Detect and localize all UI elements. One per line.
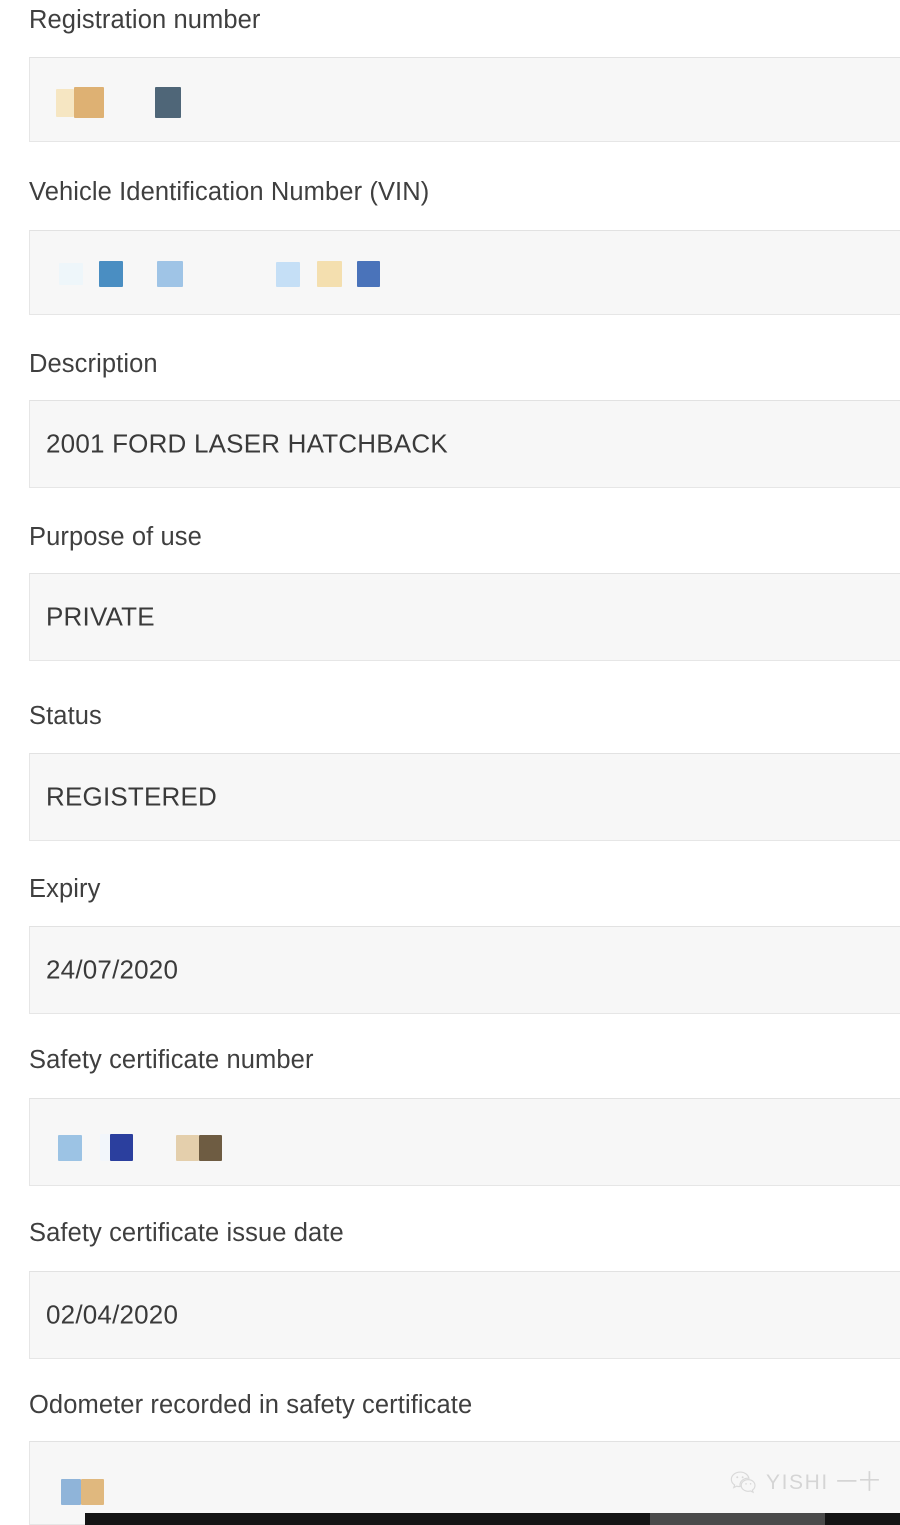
label-status: Status: [29, 702, 102, 730]
redaction-block: [157, 261, 183, 287]
label-registration-number: Registration number: [29, 6, 261, 34]
redaction-block: [110, 1134, 133, 1161]
input-purpose-of-use[interactable]: PRIVATE: [29, 573, 900, 661]
redaction-blocks-odometer-recorded-in-safety-certificate: [30, 1442, 900, 1524]
redaction-block: [59, 263, 83, 285]
redaction-blocks-vehicle-identification-number: [30, 231, 900, 314]
input-expiry[interactable]: 24/07/2020: [29, 926, 900, 1014]
value-purpose-of-use: PRIVATE: [46, 601, 155, 632]
label-vehicle-identification-number: Vehicle Identification Number (VIN): [29, 178, 430, 206]
redaction-block: [317, 261, 342, 287]
redaction-block: [155, 87, 181, 118]
input-registration-number[interactable]: [29, 57, 900, 142]
value-expiry: 24/07/2020: [46, 954, 179, 985]
redaction-block: [58, 1135, 82, 1161]
input-description[interactable]: 2001 FORD LASER HATCHBACK: [29, 400, 900, 488]
redaction-block: [176, 1135, 199, 1161]
redaction-block: [74, 87, 104, 118]
redaction-block: [61, 1479, 81, 1505]
label-safety-certificate-number: Safety certificate number: [29, 1046, 314, 1074]
input-safety-certificate-number[interactable]: [29, 1098, 900, 1186]
redaction-blocks-safety-certificate-number: [30, 1099, 900, 1185]
bottom-status-bar: [85, 1513, 900, 1525]
label-expiry: Expiry: [29, 875, 101, 903]
value-safety-certificate-issue-date: 02/04/2020: [46, 1299, 179, 1330]
redaction-block: [357, 261, 380, 287]
label-purpose-of-use: Purpose of use: [29, 523, 202, 551]
label-odometer-recorded-in-safety-certificate: Odometer recorded in safety certificate: [29, 1391, 473, 1419]
redaction-block: [81, 1479, 104, 1505]
redaction-blocks-registration-number: [30, 58, 900, 141]
redaction-block: [276, 262, 300, 287]
redaction-block: [199, 1135, 222, 1161]
label-safety-certificate-issue-date: Safety certificate issue date: [29, 1219, 344, 1247]
value-status: REGISTERED: [46, 781, 218, 812]
redaction-block: [100, 1134, 110, 1161]
bottom-bar-nub: [650, 1513, 825, 1525]
value-description: 2001 FORD LASER HATCHBACK: [46, 428, 448, 459]
input-vehicle-identification-number[interactable]: [29, 230, 900, 315]
input-status[interactable]: REGISTERED: [29, 753, 900, 841]
redaction-block: [56, 89, 74, 117]
label-description: Description: [29, 350, 158, 378]
redaction-block: [99, 261, 123, 287]
input-safety-certificate-issue-date[interactable]: 02/04/2020: [29, 1271, 900, 1359]
